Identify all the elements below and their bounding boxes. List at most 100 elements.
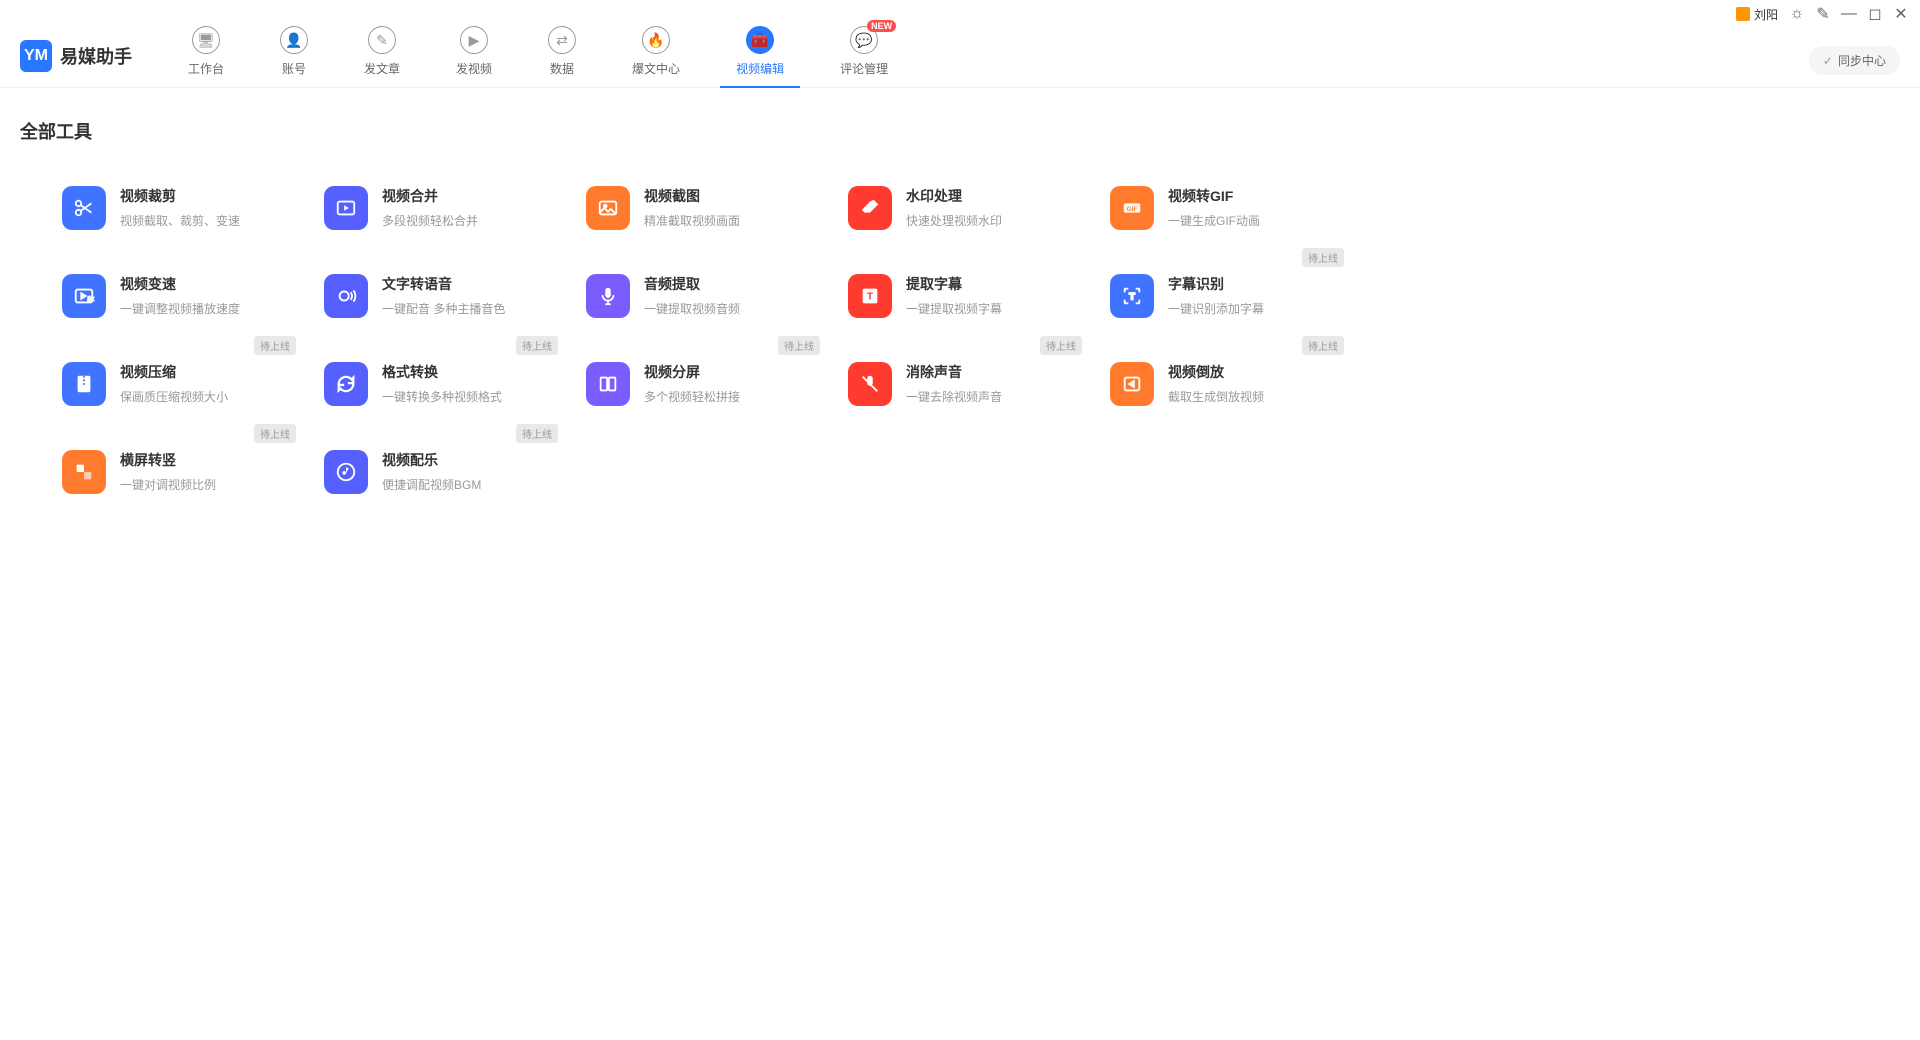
mic-icon [586, 274, 630, 318]
tool-info: 视频配乐便捷调配视频BGM [382, 450, 481, 493]
tool-desc: 多段视频轻松合并 [382, 212, 478, 229]
tool-title: 视频变速 [120, 274, 240, 294]
nav-item-2[interactable]: ✎发文章 [348, 18, 416, 87]
tool-card-5[interactable]: 1x 视频变速一键调整视频播放速度 [50, 262, 300, 330]
tool-title: 音频提取 [644, 274, 740, 294]
tool-card-2[interactable]: 视频截图精准截取视频画面 [574, 174, 824, 242]
tool-card-10[interactable]: 待上线视频压缩保画质压缩视频大小 [50, 350, 300, 418]
tool-title: 视频压缩 [120, 362, 228, 382]
play-box-icon [324, 186, 368, 230]
tool-desc: 多个视频轻松拼接 [644, 388, 740, 405]
minimize-icon[interactable]: — [1842, 7, 1856, 21]
pending-badge: 待上线 [516, 424, 558, 443]
tool-card-14[interactable]: 待上线视频倒放截取生成倒放视频 [1098, 350, 1348, 418]
rotate-icon [62, 450, 106, 494]
nav-badge: NEW [867, 20, 896, 32]
tool-info: 视频截图精准截取视频画面 [644, 186, 740, 229]
nav-icon: ⇄ [548, 26, 576, 54]
section-title: 全部工具 [20, 118, 1900, 144]
tool-desc: 一键转换多种视频格式 [382, 388, 502, 405]
tool-desc: 一键配音 多种主播音色 [382, 300, 505, 317]
nav-icon: 🖥 [192, 26, 220, 54]
tool-card-3[interactable]: 水印处理快速处理视频水印 [836, 174, 1086, 242]
tool-card-8[interactable]: T 提取字幕一键提取视频字幕 [836, 262, 1086, 330]
tool-desc: 精准截取视频画面 [644, 212, 740, 229]
scan-icon: T [1110, 274, 1154, 318]
sync-label: 同步中心 [1838, 52, 1886, 69]
maximize-icon[interactable]: ◻ [1868, 7, 1882, 21]
nav-icon: 👤 [280, 26, 308, 54]
tool-card-13[interactable]: 待上线消除声音一键去除视频声音 [836, 350, 1086, 418]
tool-info: 横屏转竖一键对调视频比例 [120, 450, 216, 493]
tool-desc: 视频截取、裁剪、变速 [120, 212, 240, 229]
main-nav: 🖥 工作台 👤 账号 ✎发文章 ▶发视频 ⇄ 数据 🔥爆文中心 🧰视频编辑 NEW💬评论管理 [172, 18, 904, 87]
theme-icon[interactable]: ☼ [1790, 7, 1804, 21]
tool-info: 水印处理快速处理视频水印 [906, 186, 1002, 229]
header: YM 易媒助手 🖥工作台👤账号✎发文章▶发视频⇄数据🔥爆文中心🧰视频编辑NEW💬… [0, 28, 1920, 88]
tool-info: 字幕识别一键识别添加字幕 [1168, 274, 1264, 317]
tool-card-4[interactable]: GIF视频转GIF一键生成GIF动画 [1098, 174, 1348, 242]
tool-desc: 一键去除视频声音 [906, 388, 1002, 405]
edit-icon[interactable]: ✎ [1816, 7, 1830, 21]
nav-item-5[interactable]: 🔥爆文中心 [616, 18, 696, 87]
pending-badge: 待上线 [778, 336, 820, 355]
tool-info: 视频分屏多个视频轻松拼接 [644, 362, 740, 405]
tool-title: 消除声音 [906, 362, 1002, 382]
pending-badge: 待上线 [1040, 336, 1082, 355]
tool-info: 视频合并多段视频轻松合并 [382, 186, 478, 229]
user-avatar-icon [1736, 7, 1750, 21]
nav-label: 数据 [550, 60, 574, 77]
svg-text:T: T [867, 292, 874, 303]
svg-text:1x: 1x [88, 297, 94, 303]
scissors-icon [62, 186, 106, 230]
tool-title: 视频裁剪 [120, 186, 240, 206]
tool-info: 格式转换一键转换多种视频格式 [382, 362, 502, 405]
nav-label: 评论管理 [840, 60, 888, 77]
text-box-icon: T [848, 274, 892, 318]
nav-item-1[interactable]: 👤 账号 [264, 18, 324, 87]
nav-item-4[interactable]: ⇄ 数据 [532, 18, 592, 87]
tool-info: 提取字幕一键提取视频字幕 [906, 274, 1002, 317]
tool-desc: 一键提取视频字幕 [906, 300, 1002, 317]
tool-card-1[interactable]: 视频合并多段视频轻松合并 [312, 174, 562, 242]
logo[interactable]: YM 易媒助手 [20, 40, 132, 72]
user-name: 刘阳 [1754, 6, 1778, 23]
pending-badge: 待上线 [254, 336, 296, 355]
tool-card-16[interactable]: 待上线视频配乐便捷调配视频BGM [312, 438, 562, 506]
tool-desc: 便捷调配视频BGM [382, 476, 481, 493]
tool-info: 视频倒放截取生成倒放视频 [1168, 362, 1264, 405]
close-icon[interactable]: ✕ [1894, 7, 1908, 21]
tool-info: 视频变速一键调整视频播放速度 [120, 274, 240, 317]
tool-card-11[interactable]: 待上线格式转换一键转换多种视频格式 [312, 350, 562, 418]
tool-title: 视频配乐 [382, 450, 481, 470]
pending-badge: 待上线 [254, 424, 296, 443]
nav-item-0[interactable]: 🖥 工作台 [172, 18, 240, 87]
tool-card-9[interactable]: 待上线T字幕识别一键识别添加字幕 [1098, 262, 1348, 330]
tool-card-7[interactable]: 音频提取一键提取视频音频 [574, 262, 824, 330]
tool-card-12[interactable]: 待上线视频分屏多个视频轻松拼接 [574, 350, 824, 418]
user-info[interactable]: 刘阳 [1736, 6, 1778, 23]
nav-label: 工作台 [188, 60, 224, 77]
nav-icon: ✎ [368, 26, 396, 54]
tool-title: 水印处理 [906, 186, 1002, 206]
nav-icon: 🔥 [642, 26, 670, 54]
sync-button[interactable]: 同步中心 [1809, 46, 1900, 75]
nav-item-6[interactable]: 🧰视频编辑 [720, 18, 800, 87]
app-name: 易媒助手 [60, 43, 132, 69]
nav-item-3[interactable]: ▶发视频 [440, 18, 508, 87]
tool-desc: 截取生成倒放视频 [1168, 388, 1264, 405]
nav-icon: 🧰 [746, 26, 774, 54]
nav-item-7[interactable]: NEW💬评论管理 [824, 18, 904, 87]
tool-card-0[interactable]: 视频裁剪视频截取、裁剪、变速 [50, 174, 300, 242]
gif-icon: GIF [1110, 186, 1154, 230]
refresh-icon [324, 362, 368, 406]
tool-card-15[interactable]: 待上线横屏转竖一键对调视频比例 [50, 438, 300, 506]
split-icon [586, 362, 630, 406]
nav-icon: ▶ [460, 26, 488, 54]
tool-card-6[interactable]: 文字转语音一键配音 多种主播音色 [312, 262, 562, 330]
nav-label: 账号 [282, 60, 306, 77]
tool-desc: 快速处理视频水印 [906, 212, 1002, 229]
tool-desc: 一键生成GIF动画 [1168, 212, 1260, 229]
tool-info: 视频裁剪视频截取、裁剪、变速 [120, 186, 240, 229]
tool-title: 提取字幕 [906, 274, 1002, 294]
